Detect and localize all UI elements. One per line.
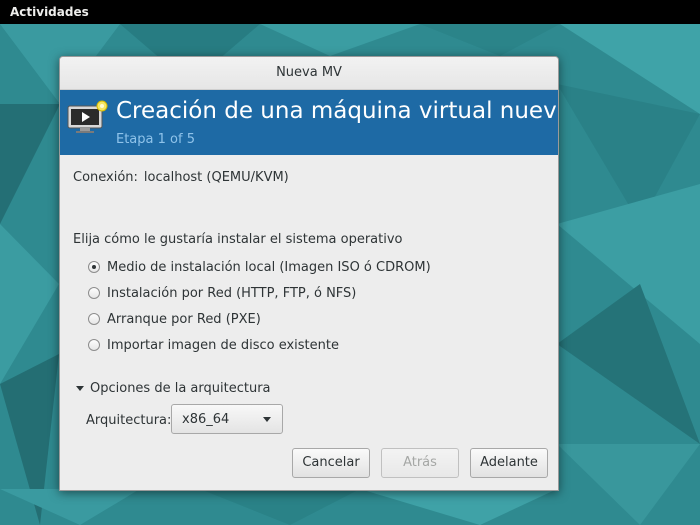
radio-pxe-boot[interactable]: Arranque por Red (PXE) (88, 310, 261, 328)
cancel-button[interactable]: Cancelar (292, 448, 370, 478)
activities-button[interactable]: Actividades (10, 0, 89, 24)
dropdown-arrow-icon (263, 417, 271, 422)
radio-indicator[interactable] (88, 261, 100, 273)
forward-button[interactable]: Adelante (470, 448, 548, 478)
radio-indicator[interactable] (88, 313, 100, 325)
architecture-selected-value: x86_64 (182, 412, 230, 427)
architecture-select[interactable]: x86_64 (171, 404, 283, 434)
architecture-label: Arquitectura: (86, 413, 172, 428)
radio-label: Instalación por Red (HTTP, FTP, ó NFS) (107, 285, 357, 301)
new-vm-dialog: Nueva MV Creación de una máquina virtual… (59, 56, 559, 491)
wizard-step: Etapa 1 of 5 (116, 132, 195, 147)
radio-indicator[interactable] (88, 287, 100, 299)
wizard-title: Creación de una máquina virtual nueva (116, 98, 559, 124)
connection-value: localhost (QEMU/KVM) (143, 170, 289, 185)
radio-label: Arranque por Red (PXE) (107, 311, 261, 327)
dialog-title: Nueva MV (276, 65, 342, 80)
top-bar: Actividades (0, 0, 700, 24)
back-button[interactable]: Atrás (381, 448, 459, 478)
expander-triangle-icon (76, 386, 84, 391)
radio-import-disk[interactable]: Importar imagen de disco existente (88, 336, 339, 354)
expander-label: Opciones de la arquitectura (90, 381, 271, 396)
wizard-banner: Creación de una máquina virtual nueva Et… (60, 90, 558, 155)
connection-label: Conexión: (73, 170, 138, 185)
install-method-question: Elija cómo le gustaría instalar el siste… (73, 232, 403, 247)
architecture-options-expander[interactable]: Opciones de la arquitectura (76, 381, 271, 396)
dialog-titlebar[interactable]: Nueva MV (60, 57, 558, 90)
radio-label: Importar imagen de disco existente (107, 337, 339, 353)
connection-row: Conexión: localhost (QEMU/KVM) (73, 170, 289, 185)
radio-network-install[interactable]: Instalación por Red (HTTP, FTP, ó NFS) (88, 284, 356, 302)
radio-indicator[interactable] (88, 339, 100, 351)
monitor-new-icon (67, 100, 108, 133)
radio-label: Medio de instalación local (Imagen ISO ó… (107, 259, 431, 275)
radio-local-media[interactable]: Medio de instalación local (Imagen ISO ó… (88, 258, 431, 276)
